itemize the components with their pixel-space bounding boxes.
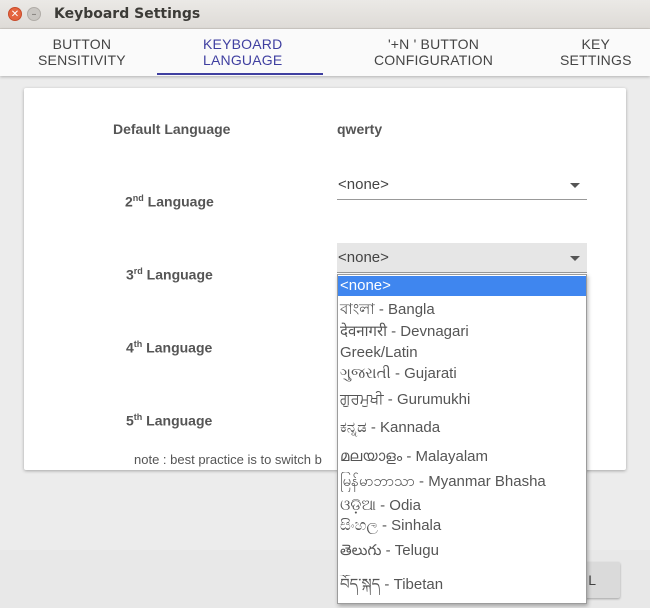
language-4-label: 4th Language bbox=[126, 339, 212, 356]
dropdown-option-gujarati[interactable]: ગુજરાતી - Gujarati bbox=[338, 364, 586, 384]
dropdown-arrow-icon bbox=[570, 256, 580, 261]
language-2-select-value: <none> bbox=[338, 176, 389, 193]
tab-label-line1: KEY bbox=[581, 36, 611, 52]
lang-num: 3 bbox=[126, 266, 134, 283]
tab-label-line2: SETTINGS bbox=[560, 52, 632, 68]
lang-text: Language bbox=[142, 412, 213, 429]
tab-label-line2: CONFIGURATION bbox=[374, 52, 494, 68]
lang-suffix: nd bbox=[132, 193, 144, 203]
dropdown-option-malayalam[interactable]: മലയാളം - Malayalam bbox=[338, 447, 586, 467]
lang-num: 2 bbox=[125, 193, 133, 210]
dropdown-arrow-icon bbox=[570, 183, 580, 188]
tab-button-sensitivity[interactable]: BUTTON SENSITIVITY bbox=[38, 36, 126, 68]
tab-label-line2: LANGUAGE bbox=[203, 52, 283, 68]
default-language-value: qwerty bbox=[337, 121, 383, 137]
lang-text: Language bbox=[143, 193, 214, 210]
language-5-label: 5th Language bbox=[126, 412, 212, 429]
language-3-dropdown-list: <none> বাংলা - Bangla देवनागरी - Devnaga… bbox=[337, 274, 587, 604]
dropdown-option-greek-latin[interactable]: Greek/Latin bbox=[338, 343, 586, 363]
ok-button-label: L bbox=[588, 572, 596, 588]
dropdown-option-sinhala[interactable]: සිංහල - Sinhala bbox=[338, 516, 586, 536]
tab-keyboard-language[interactable]: KEYBOARD LANGUAGE bbox=[203, 36, 282, 68]
tab-label-line1: BUTTON bbox=[52, 36, 112, 52]
lang-suffix: rd bbox=[133, 266, 143, 276]
dropdown-option-none[interactable]: <none> bbox=[338, 276, 586, 296]
tab-bar: BUTTON SENSITIVITY KEYBOARD LANGUAGE '+N… bbox=[0, 29, 650, 76]
lang-text: Language bbox=[142, 266, 213, 283]
dropdown-option-tibetan[interactable]: བོད་སྐད - Tibetan bbox=[338, 575, 586, 595]
dropdown-option-devnagari[interactable]: देवनागरी - Devnagari bbox=[338, 322, 586, 342]
tab-key-settings[interactable]: KEY SETTINGS bbox=[560, 36, 632, 68]
title-bar: ✕ – Keyboard Settings bbox=[0, 0, 650, 29]
lang-num: 5 bbox=[126, 412, 134, 429]
lang-text: Language bbox=[142, 339, 213, 356]
minimize-window-button[interactable]: – bbox=[27, 7, 41, 21]
dropdown-option-telugu[interactable]: తెలుగు - Telugu bbox=[338, 541, 586, 561]
language-3-select[interactable]: <none> bbox=[337, 243, 587, 273]
dropdown-option-bangla[interactable]: বাংলা - Bangla bbox=[338, 300, 586, 320]
tab-n-button-configuration[interactable]: '+N ' BUTTON CONFIGURATION bbox=[374, 36, 493, 68]
tab-label-line1: '+N ' BUTTON bbox=[387, 36, 480, 52]
default-language-label: Default Language bbox=[113, 121, 231, 137]
tab-label-line1: KEYBOARD bbox=[203, 36, 283, 52]
dropdown-option-kannada[interactable]: ಕನ್ನಡ - Kannada bbox=[338, 418, 586, 438]
language-3-select-value: <none> bbox=[338, 249, 389, 266]
dropdown-option-myanmar[interactable]: မြန်မာဘာသာ - Myanmar Bhasha bbox=[338, 472, 586, 492]
language-3-label: 3rd Language bbox=[126, 266, 213, 283]
tab-label-line2: SENSITIVITY bbox=[38, 52, 126, 68]
lang-num: 4 bbox=[126, 339, 134, 356]
language-2-label: 2nd Language bbox=[125, 193, 214, 210]
language-2-select[interactable]: <none> bbox=[337, 170, 587, 200]
dropdown-option-odia[interactable]: ଓଡ଼ିଆ - Odia bbox=[338, 496, 586, 516]
dropdown-option-gurumukhi[interactable]: ਗੁਰਮੁਖੀ - Gurumukhi bbox=[338, 390, 586, 410]
close-window-button[interactable]: ✕ bbox=[8, 7, 22, 21]
best-practice-note: note : best practice is to switch b bbox=[134, 452, 322, 467]
active-tab-indicator bbox=[157, 73, 323, 75]
window-title: Keyboard Settings bbox=[54, 6, 201, 22]
